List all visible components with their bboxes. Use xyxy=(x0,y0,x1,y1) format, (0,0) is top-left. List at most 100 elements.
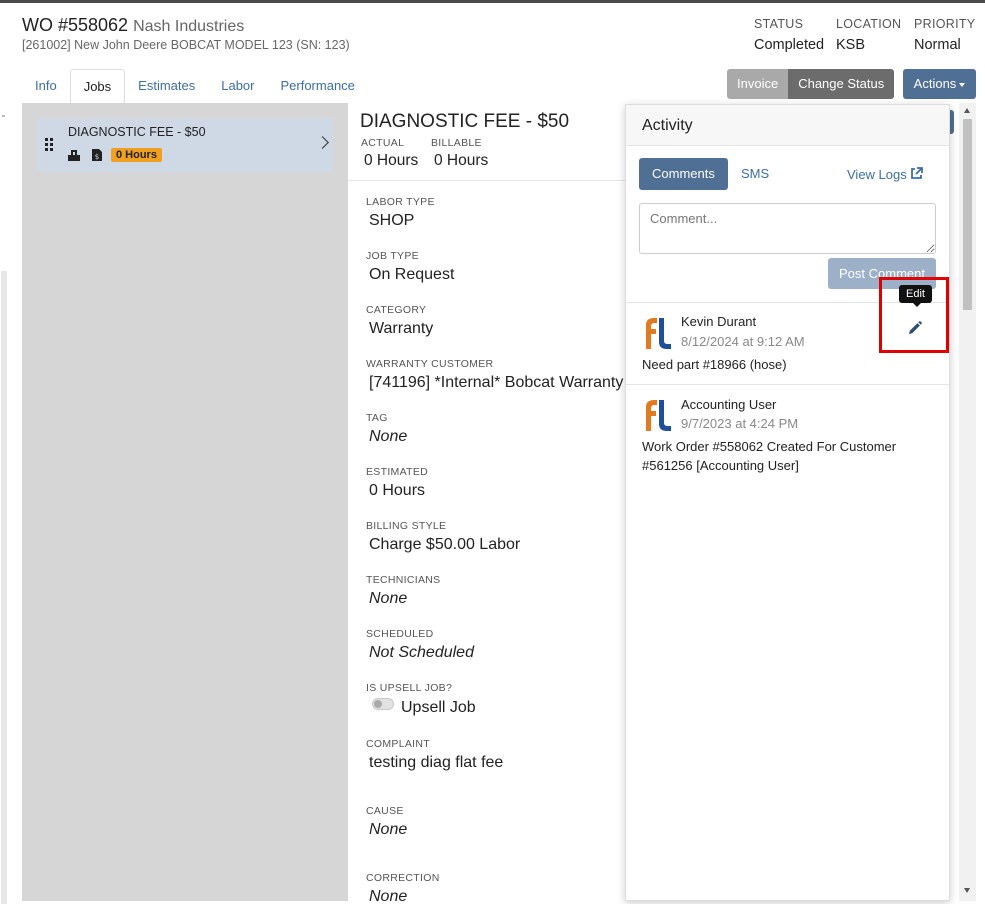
field-value: None xyxy=(369,590,408,607)
invoice-dollar-icon: $ xyxy=(92,149,102,161)
invoice-button[interactable]: Invoice xyxy=(727,69,789,99)
upsell-toggle-label: Upsell Job xyxy=(401,699,476,716)
status-value: Completed xyxy=(754,37,825,53)
field-value: None xyxy=(369,888,408,901)
comment-timestamp: 8/12/2024 at 9:12 AM xyxy=(681,334,805,349)
field-label: CORRECTION xyxy=(366,872,440,884)
actual-label: ACTUAL xyxy=(361,137,405,149)
location-value: KSB xyxy=(836,37,866,53)
actions-label: Actions xyxy=(913,76,957,91)
status-block: STATUS Completed xyxy=(754,17,824,53)
field-tag: TAG None xyxy=(366,412,407,446)
upsell-toggle[interactable] xyxy=(372,698,394,710)
drag-handle-icon[interactable] xyxy=(45,138,53,151)
wo-number: WO #558062 xyxy=(22,15,129,35)
status-button-group: Invoice Change Status xyxy=(727,69,895,99)
tab-performance[interactable]: Performance xyxy=(267,69,367,102)
billable-label: BILLABLE xyxy=(431,137,482,149)
comment-input[interactable] xyxy=(639,203,936,254)
field-label: LABOR TYPE xyxy=(366,196,435,208)
caret-down-icon xyxy=(959,82,966,87)
field-value: testing diag flat fee xyxy=(369,754,504,771)
top-bar xyxy=(0,0,985,3)
job-detail-panel: DIAGNOSTIC FEE - $50 ACTUAL BILLABLE 0 H… xyxy=(348,103,628,901)
activity-panel: Activity Comments SMS View Logs Post Com… xyxy=(625,104,950,901)
field-value: [741196] *Internal* Bobcat Warranty xyxy=(369,374,624,391)
external-link-icon xyxy=(911,167,924,179)
actions-dropdown-button[interactable]: Actions xyxy=(903,69,976,99)
job-card-name: DIAGNOSTIC FEE - $50 xyxy=(68,125,206,139)
status-label: STATUS xyxy=(754,17,804,31)
priority-label: PRIORITY xyxy=(914,17,976,31)
vertical-scrollbar[interactable] xyxy=(959,103,976,901)
job-detail-header: DIAGNOSTIC FEE - $50 ACTUAL BILLABLE 0 H… xyxy=(348,103,628,181)
field-category: CATEGORY Warranty xyxy=(366,304,433,338)
field-label: IS UPSELL JOB? xyxy=(366,682,453,694)
left-edge xyxy=(0,3,8,904)
scroll-up-arrow-icon[interactable] xyxy=(964,108,970,113)
field-value: Not Scheduled xyxy=(369,644,474,661)
scrollbar-thumb[interactable] xyxy=(963,119,972,310)
comment-author: Accounting User xyxy=(681,397,777,412)
field-job-type: JOB TYPE On Request xyxy=(366,250,454,284)
field-label: SCHEDULED xyxy=(366,628,434,640)
location-block: LOCATION KSB xyxy=(836,17,901,53)
chevron-right-icon[interactable] xyxy=(316,136,329,149)
comment-body: Work Order #558062 Created For Customer … xyxy=(642,439,897,473)
priority-block: PRIORITY Normal xyxy=(914,17,975,53)
view-logs-link[interactable]: View Logs xyxy=(847,167,924,182)
activity-title: Activity xyxy=(626,105,949,146)
location-label: LOCATION xyxy=(836,17,902,31)
change-status-button[interactable]: Change Status xyxy=(788,69,895,99)
actual-value: 0 Hours xyxy=(364,152,419,169)
edit-tooltip: Edit xyxy=(899,285,932,307)
job-list-panel xyxy=(22,103,348,901)
comment-timestamp: 9/7/2023 at 4:24 PM xyxy=(681,416,799,431)
tab-labor[interactable]: Labor xyxy=(208,69,267,102)
field-estimated: ESTIMATED 0 Hours xyxy=(366,466,428,500)
field-complaint: COMPLAINT testing diag flat fee xyxy=(366,738,503,772)
user-group-icon xyxy=(68,150,80,161)
tab-comments[interactable]: Comments xyxy=(639,158,728,190)
field-cause: CAUSE None xyxy=(366,805,407,839)
field-upsell: IS UPSELL JOB? Upsell Job xyxy=(366,682,476,717)
field-billing-style: BILLING STYLE Charge $50.00 Labor xyxy=(366,520,520,554)
field-label: CATEGORY xyxy=(366,304,427,316)
tab-estimates[interactable]: Estimates xyxy=(125,69,208,102)
field-label: CAUSE xyxy=(366,805,404,817)
tab-info[interactable]: Info xyxy=(22,69,70,102)
pencil-icon[interactable] xyxy=(908,321,922,335)
tab-jobs[interactable]: Jobs xyxy=(69,69,126,103)
field-warranty-customer: WARRANTY CUSTOMER [741196] *Internal* Bo… xyxy=(366,358,623,392)
divider xyxy=(626,384,949,385)
field-label: ESTIMATED xyxy=(366,466,429,478)
customer-name: Nash Industries xyxy=(133,18,245,35)
tab-sms[interactable]: SMS xyxy=(728,158,782,190)
hours-badge: 0 Hours xyxy=(111,148,162,162)
field-label: TECHNICIANS xyxy=(366,574,441,586)
comment-body: Need part #18966 (hose) xyxy=(642,357,787,372)
field-label: TAG xyxy=(366,412,388,424)
view-logs-label: View Logs xyxy=(847,167,907,182)
svg-text:$: $ xyxy=(95,153,99,161)
field-value: 0 Hours xyxy=(369,482,426,499)
upsell-toggle-row: Upsell Job xyxy=(366,698,476,717)
field-value: None xyxy=(369,821,408,838)
job-title: DIAGNOSTIC FEE - $50 xyxy=(360,111,570,132)
field-value: None xyxy=(369,428,408,445)
page-title: WO #558062 Nash Industries xyxy=(22,15,244,36)
field-labor-type: LABOR TYPE SHOP xyxy=(366,196,435,230)
field-scheduled: SCHEDULED Not Scheduled xyxy=(366,628,474,662)
equipment-subtitle: [261002] New John Deere BOBCAT MODEL 123… xyxy=(22,38,350,52)
priority-value: Normal xyxy=(914,37,961,53)
field-label: WARRANTY CUSTOMER xyxy=(366,358,494,370)
field-value: Warranty xyxy=(369,320,434,337)
comment-author: Kevin Durant xyxy=(681,314,757,329)
company-logo-icon xyxy=(646,400,671,431)
company-logo-icon xyxy=(646,318,671,349)
scroll-down-arrow-icon[interactable] xyxy=(964,888,970,893)
job-card[interactable]: DIAGNOSTIC FEE - $50 $ 0 Hours xyxy=(37,118,333,172)
billable-value: 0 Hours xyxy=(434,152,489,169)
field-value: On Request xyxy=(369,266,455,283)
field-technicians: TECHNICIANS None xyxy=(366,574,440,608)
